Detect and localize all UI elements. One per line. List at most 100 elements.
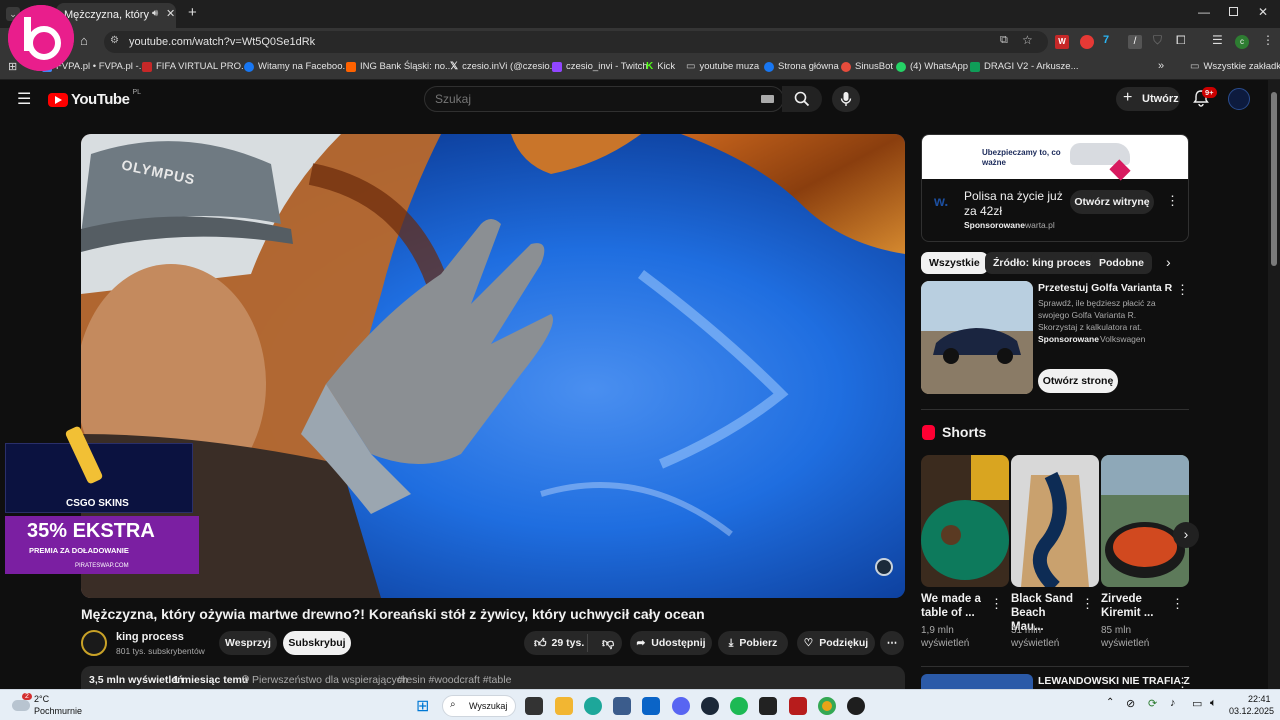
more-actions-button[interactable]: ⋯ bbox=[880, 631, 904, 655]
discord-icon[interactable] bbox=[672, 697, 690, 715]
outlook-icon[interactable] bbox=[642, 697, 660, 715]
tray-icon[interactable]: ♪ bbox=[1170, 697, 1176, 709]
youtube-logo[interactable]: YouTube PL bbox=[48, 89, 141, 108]
bookmark-item[interactable]: 𝕏czesio.inVi (@czesio... bbox=[450, 61, 558, 72]
chips-next-icon[interactable]: › bbox=[1166, 254, 1171, 270]
short-thumbnail[interactable] bbox=[1101, 455, 1189, 587]
volume-icon[interactable]: 🔈︎ bbox=[1210, 697, 1217, 710]
tray-icon[interactable]: ⟳ bbox=[1148, 697, 1157, 710]
game-launcher-icon[interactable] bbox=[789, 697, 807, 715]
short-menu-icon[interactable]: ⋮ bbox=[1081, 596, 1094, 612]
extensions-puzzle-icon[interactable]: ⧠ bbox=[1176, 33, 1186, 48]
windows-start-icon[interactable]: ⊞ bbox=[416, 696, 429, 716]
keyboard-icon[interactable] bbox=[761, 95, 774, 103]
install-app-icon[interactable]: ⧉ bbox=[1000, 34, 1008, 47]
restore-icon[interactable] bbox=[1229, 7, 1238, 16]
chip-all[interactable]: Wszystkie bbox=[921, 252, 988, 274]
clock-date[interactable]: 03.12.2025 bbox=[1229, 706, 1274, 716]
short-menu-icon[interactable]: ⋮ bbox=[1171, 596, 1184, 612]
site-info-icon[interactable]: ⚙ bbox=[110, 35, 119, 46]
reading-list-icon[interactable]: ☰ bbox=[1212, 33, 1223, 47]
steam-icon[interactable] bbox=[701, 697, 719, 715]
tray-chevron-icon[interactable]: ⌃ bbox=[1106, 697, 1114, 708]
home-icon[interactable]: ⌂ bbox=[80, 33, 88, 48]
chip-related[interactable]: Podobne bbox=[1091, 252, 1152, 274]
short-thumbnail[interactable] bbox=[1011, 455, 1099, 587]
promo-menu-icon[interactable]: ⋮ bbox=[1176, 282, 1189, 298]
short-menu-icon[interactable]: ⋮ bbox=[990, 596, 1003, 612]
bookmark-item[interactable]: K Kick bbox=[646, 61, 675, 72]
close-window-icon[interactable]: ✕ bbox=[1258, 5, 1268, 19]
profile-avatar[interactable]: c bbox=[1235, 35, 1249, 49]
extension-7tv-icon[interactable]: 7 bbox=[1103, 34, 1109, 46]
like-button[interactable]: 👍︎ 29 tys. bbox=[524, 634, 588, 652]
bookmark-item[interactable]: ▭ youtube muza bbox=[686, 61, 759, 72]
bookmark-item[interactable]: Witamy na Faceboo... bbox=[244, 61, 350, 72]
hashtags[interactable]: #resin #woodcraft #table bbox=[397, 674, 511, 686]
edge-icon[interactable] bbox=[584, 697, 602, 715]
thanks-button[interactable]: ♡ Podziękuj bbox=[797, 631, 875, 655]
promo-thumbnail[interactable] bbox=[921, 281, 1033, 394]
task-view-icon[interactable] bbox=[525, 697, 543, 715]
extension-red-icon[interactable] bbox=[1080, 35, 1094, 49]
channel-name[interactable]: king process bbox=[116, 631, 184, 643]
close-tab-icon[interactable]: ✕ bbox=[166, 7, 175, 20]
ad-banner[interactable]: Ubezpieczamy to, co ważne bbox=[922, 135, 1188, 181]
clock-time[interactable]: 22:41 bbox=[1248, 694, 1271, 704]
search-input[interactable] bbox=[435, 92, 735, 106]
next-video-title[interactable]: LEWANDOWSKI NIE TRAFIA Z bbox=[1038, 675, 1190, 687]
weather-widget[interactable]: 2 2°C Pochmurnie bbox=[10, 692, 100, 720]
game-app-icon[interactable] bbox=[759, 697, 777, 715]
create-button[interactable]: + Utwórz bbox=[1116, 87, 1180, 111]
chip-source[interactable]: Źródło: king process bbox=[985, 252, 1105, 274]
share-button[interactable]: ➦ Udostępnij bbox=[630, 631, 712, 655]
sponsored-ad-card[interactable]: Ubezpieczamy to, co ważne w. Polisa na ż… bbox=[921, 134, 1189, 242]
bookmark-item[interactable]: SinusBot bbox=[841, 61, 893, 72]
minimize-icon[interactable]: — bbox=[1198, 5, 1210, 19]
shorts-next-button[interactable]: › bbox=[1173, 522, 1199, 548]
new-tab-icon[interactable]: + bbox=[188, 4, 197, 21]
video-player[interactable]: OLYMPUS bbox=[81, 134, 905, 598]
support-button[interactable]: Wesprzyj bbox=[219, 631, 277, 655]
chrome-icon[interactable] bbox=[818, 697, 836, 715]
extension-slash-icon[interactable]: / bbox=[1128, 35, 1142, 49]
channel-avatar[interactable] bbox=[81, 630, 107, 656]
channel-watermark-icon[interactable] bbox=[875, 558, 893, 576]
short-thumbnail[interactable] bbox=[921, 455, 1009, 587]
bookmark-star-icon[interactable]: ☆ bbox=[1022, 33, 1033, 47]
spotify-icon[interactable] bbox=[730, 697, 748, 715]
bookmark-item[interactable]: DRAGI V2 - Arkusze... bbox=[970, 61, 1079, 72]
scrollbar-thumb[interactable] bbox=[1271, 92, 1277, 266]
more-bookmarks-icon[interactable]: » bbox=[1158, 60, 1164, 72]
bookmark-item[interactable]: FIFA VIRTUAL PRO... bbox=[142, 61, 249, 72]
extension-w-icon[interactable]: W bbox=[1055, 35, 1069, 49]
file-explorer-icon[interactable] bbox=[555, 697, 573, 715]
search-box[interactable] bbox=[424, 86, 784, 112]
bookmark-item[interactable]: ING Bank Śląski: no... bbox=[346, 61, 453, 72]
notifications-button[interactable]: 9+ bbox=[1192, 87, 1217, 109]
account-avatar[interactable] bbox=[1228, 88, 1250, 110]
promo-title[interactable]: Przetestuj Golfa Varianta R bbox=[1038, 282, 1172, 294]
bookmark-item[interactable]: Strona główna bbox=[764, 61, 839, 72]
bookmark-item[interactable]: (4) WhatsApp bbox=[896, 61, 968, 72]
download-button[interactable]: ⤓ Pobierz bbox=[718, 631, 788, 655]
all-bookmarks-button[interactable]: ▭ Wszystkie zakładki bbox=[1190, 61, 1280, 72]
tray-icon[interactable]: ⊘ bbox=[1126, 697, 1135, 710]
ad-menu-icon[interactable]: ⋮ bbox=[1166, 193, 1179, 209]
short-title[interactable]: We made a table of ... bbox=[921, 592, 991, 620]
next-video-thumbnail[interactable] bbox=[921, 674, 1033, 689]
dislike-button[interactable]: 👎︎ bbox=[594, 636, 614, 651]
page-scrollbar[interactable] bbox=[1268, 80, 1280, 689]
audio-icon[interactable]: 🔊︎ bbox=[152, 8, 158, 19]
bookmark-item[interactable]: czesio_invi - Twitch bbox=[552, 61, 648, 72]
app-icon[interactable] bbox=[613, 697, 631, 715]
browser-menu-icon[interactable]: ⋮ bbox=[1262, 33, 1274, 47]
monitor-icon[interactable]: ▭ bbox=[1192, 697, 1202, 710]
obs-icon[interactable] bbox=[847, 697, 865, 715]
taskbar-search[interactable]: ⌕ Wyszukaj bbox=[442, 695, 516, 717]
address-bar[interactable]: ⚙ youtube.com/watch?v=Wt5Q0Se1dRk ⧉ ☆ bbox=[104, 31, 1048, 53]
voice-search-button[interactable] bbox=[832, 86, 860, 112]
extension-shield-icon[interactable]: ⛉ bbox=[1153, 33, 1162, 48]
subscribe-button[interactable]: Subskrybuj bbox=[283, 631, 351, 655]
search-button[interactable] bbox=[782, 86, 822, 112]
